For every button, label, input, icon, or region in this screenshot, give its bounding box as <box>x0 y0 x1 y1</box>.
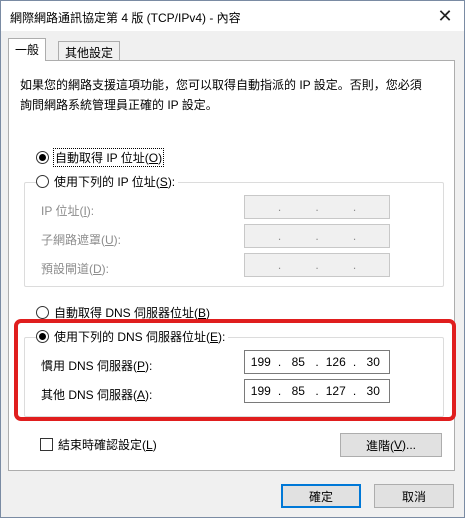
validate-settings-checkbox-box[interactable] <box>40 438 53 451</box>
manual-dns-radio-button[interactable] <box>36 330 49 343</box>
auto-ip-radio-button[interactable] <box>36 151 49 164</box>
title-bar[interactable]: 網際網路通訊協定第 4 版 (TCP/IPv4) - 內容 ✕ <box>1 1 464 31</box>
tab-alternate-label: 其他設定 <box>65 46 114 60</box>
auto-ip-label: 自動取得 IP 位址(O) <box>52 148 165 167</box>
manual-dns-radio[interactable]: 使用下列的 DNS 伺服器位址(E): <box>36 328 229 345</box>
auto-dns-label: 自動取得 DNS 伺服器位址(B) <box>54 306 211 320</box>
dialog-window: 網際網路通訊協定第 4 版 (TCP/IPv4) - 內容 ✕ 一般 其他設定 … <box>0 0 465 518</box>
advanced-button[interactable]: 進階(V)... <box>340 433 442 457</box>
subnet-mask-label: 子網路遮罩(U): <box>41 233 122 247</box>
cancel-button[interactable]: 取消 <box>374 484 454 508</box>
tab-general[interactable]: 一般 <box>8 38 47 61</box>
general-tab-panel: 如果您的網路支援這項功能，您可以取得自動指派的 IP 設定。否則，您必須 詢問網… <box>8 60 455 471</box>
auto-ip-radio[interactable]: 自動取得 IP 位址(O) <box>36 148 165 167</box>
tab-alternate-configuration[interactable]: 其他設定 <box>58 41 121 61</box>
close-icon[interactable]: ✕ <box>430 4 460 28</box>
validate-settings-checkbox[interactable]: 結束時確認設定(L) <box>40 436 157 453</box>
description-text: 如果您的網路支援這項功能，您可以取得自動指派的 IP 設定。否則，您必須 詢問網… <box>20 75 422 115</box>
dns-settings-group <box>24 337 444 417</box>
description-line-1: 如果您的網路支援這項功能，您可以取得自動指派的 IP 設定。否則，您必須 <box>20 78 422 92</box>
subnet-mask-input[interactable]: . . . <box>244 224 390 248</box>
manual-ip-radio[interactable]: 使用下列的 IP 位址(S): <box>36 173 179 190</box>
manual-ip-radio-button[interactable] <box>36 175 49 188</box>
tab-general-label: 一般 <box>15 43 40 57</box>
preferred-dns-input[interactable]: 199. 85. 126. 30 <box>244 350 390 374</box>
default-gateway-input[interactable]: . . . <box>244 253 390 277</box>
manual-ip-label: 使用下列的 IP 位址(S): <box>54 175 176 189</box>
default-gateway-label: 預設閘道(D): <box>41 262 110 276</box>
window-title: 網際網路通訊協定第 4 版 (TCP/IPv4) - 內容 <box>10 11 241 25</box>
auto-dns-radio-button[interactable] <box>36 306 49 319</box>
auto-dns-radio[interactable]: 自動取得 DNS 伺服器位址(B) <box>36 304 210 321</box>
validate-settings-label: 結束時確認設定(L) <box>58 438 157 452</box>
alternate-dns-label: 其他 DNS 伺服器(A): <box>41 388 153 402</box>
preferred-dns-label: 慣用 DNS 伺服器(P): <box>41 359 153 373</box>
manual-dns-label: 使用下列的 DNS 伺服器位址(E): <box>54 330 226 344</box>
ip-address-input[interactable]: . . . <box>244 195 390 219</box>
description-line-2: 詢問網路系統管理員正確的 IP 設定。 <box>20 98 218 112</box>
ip-address-label: IP 位址(I): <box>41 204 95 218</box>
alternate-dns-input[interactable]: 199. 85. 127. 30 <box>244 379 390 403</box>
ok-button[interactable]: 確定 <box>281 484 361 508</box>
